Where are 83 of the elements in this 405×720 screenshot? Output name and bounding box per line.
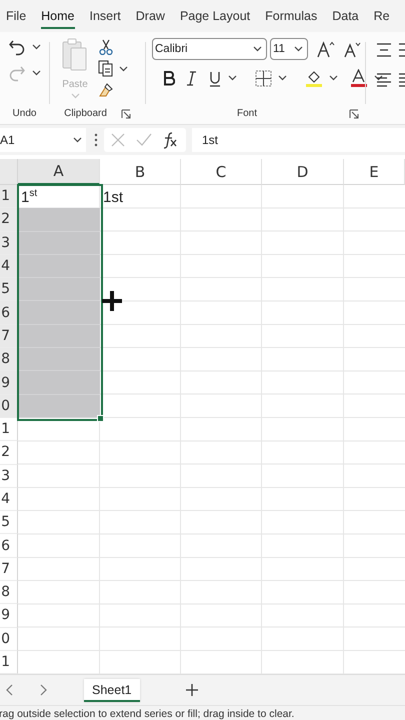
italic-icon[interactable] <box>185 70 198 86</box>
fill-color-icon[interactable] <box>305 69 323 87</box>
chevron-down-icon[interactable] <box>374 75 383 81</box>
next-sheet-icon[interactable] <box>39 684 48 696</box>
formula-input[interactable]: 1st <box>192 128 405 152</box>
row-header[interactable]: 6 <box>0 534 18 558</box>
ribbon-tab[interactable]: Home <box>41 4 74 28</box>
table-cell[interactable]: 1st <box>100 185 181 208</box>
selected-cell[interactable] <box>18 278 100 302</box>
group-label: Clipboard <box>64 108 107 118</box>
column-header[interactable]: D <box>262 159 344 185</box>
ribbon-tab[interactable]: Draw <box>136 4 165 28</box>
ribbon-tab[interactable]: Formulas <box>265 4 318 28</box>
chevron-down-icon[interactable] <box>32 70 41 76</box>
font-color-icon[interactable] <box>350 69 368 87</box>
ribbon-tab[interactable]: File <box>6 4 26 28</box>
selected-cell[interactable] <box>18 324 100 348</box>
row-header[interactable]: 9 <box>0 604 18 628</box>
row-header[interactable]: 4 <box>0 254 18 278</box>
row-header[interactable]: 2 <box>0 208 18 232</box>
selected-cell[interactable] <box>18 254 100 278</box>
chevron-down-icon[interactable] <box>329 75 338 81</box>
ribbon-tab[interactable]: Data <box>332 4 359 28</box>
font-name-dropdown[interactable]: Calibri <box>152 38 267 60</box>
row-header[interactable]: 8 <box>0 348 18 372</box>
grow-font-icon[interactable] <box>316 40 335 58</box>
chevron-down-icon[interactable] <box>73 137 82 143</box>
align-middle-icon[interactable] <box>376 42 392 58</box>
group-label: Font <box>236 108 257 118</box>
group-label: Undo <box>12 106 38 120</box>
column-header[interactable]: E <box>344 159 405 185</box>
column-header[interactable]: A <box>18 159 100 185</box>
selected-cell[interactable] <box>18 301 100 325</box>
column-header[interactable]: C <box>181 159 262 185</box>
chevron-down-icon[interactable] <box>228 75 237 81</box>
row-header[interactable]: 2 <box>0 441 18 465</box>
row-header[interactable]: 7 <box>0 558 18 582</box>
chevron-down-icon[interactable] <box>253 46 262 52</box>
bold-icon[interactable] <box>162 70 175 86</box>
align-left-icon[interactable] <box>376 72 392 88</box>
selected-cell[interactable] <box>18 208 100 232</box>
row-header[interactable]: 1 <box>0 185 18 208</box>
ribbon-tab[interactable]: Page Layout <box>180 4 250 28</box>
more-options-icon[interactable] <box>94 133 98 147</box>
ribbon-tab[interactable]: Re <box>374 4 390 28</box>
borders-icon[interactable] <box>255 70 272 86</box>
selected-cell[interactable] <box>18 394 100 418</box>
selected-cell[interactable] <box>18 232 100 255</box>
row-header[interactable]: 1 <box>0 650 18 674</box>
row-header[interactable]: 3 <box>0 232 18 255</box>
row-header[interactable]: 3 <box>0 464 18 488</box>
sheet-tab[interactable]: Sheet1 <box>84 678 140 702</box>
insert-function-icon[interactable] <box>162 131 178 149</box>
table-cell[interactable]: 1$^{st}$ <box>18 185 100 208</box>
row-header[interactable]: 0 <box>0 394 18 418</box>
column-header[interactable]: B <box>100 159 181 185</box>
row-header[interactable]: 4 <box>0 488 18 512</box>
status-message: rag outside selection to extend series or fill; drag inside to clear. <box>0 708 296 720</box>
row-header[interactable]: 5 <box>0 511 18 534</box>
add-sheet-icon[interactable] <box>184 683 199 697</box>
dialog-launcher-icon[interactable] <box>120 109 131 119</box>
undo-icon[interactable] <box>8 38 26 56</box>
chevron-down-icon[interactable] <box>278 75 287 81</box>
underline-icon[interactable] <box>208 70 222 86</box>
dialog-launcher-icon[interactable] <box>349 109 359 119</box>
copy-icon[interactable] <box>98 60 113 77</box>
font-size-dropdown[interactable]: 11 <box>270 38 308 60</box>
row-header[interactable]: 7 <box>0 324 18 348</box>
shrink-font-icon[interactable] <box>343 40 361 58</box>
chevron-down-icon[interactable] <box>32 44 41 50</box>
row-header[interactable]: 0 <box>0 628 18 651</box>
selected-cell[interactable] <box>18 348 100 372</box>
chevron-down-icon[interactable] <box>119 66 128 72</box>
previous-sheet-icon[interactable] <box>5 684 14 696</box>
name-box[interactable]: A1 <box>0 128 86 152</box>
chevron-down-icon[interactable] <box>294 46 303 52</box>
row-header[interactable]: 5 <box>0 278 18 302</box>
row-header[interactable]: 6 <box>0 301 18 325</box>
row-header[interactable]: 9 <box>0 371 18 395</box>
selected-cell[interactable] <box>18 371 100 395</box>
plus-cursor-icon <box>101 290 123 312</box>
ribbon-tab[interactable]: Insert <box>90 4 121 28</box>
row-header[interactable]: 8 <box>0 581 18 604</box>
